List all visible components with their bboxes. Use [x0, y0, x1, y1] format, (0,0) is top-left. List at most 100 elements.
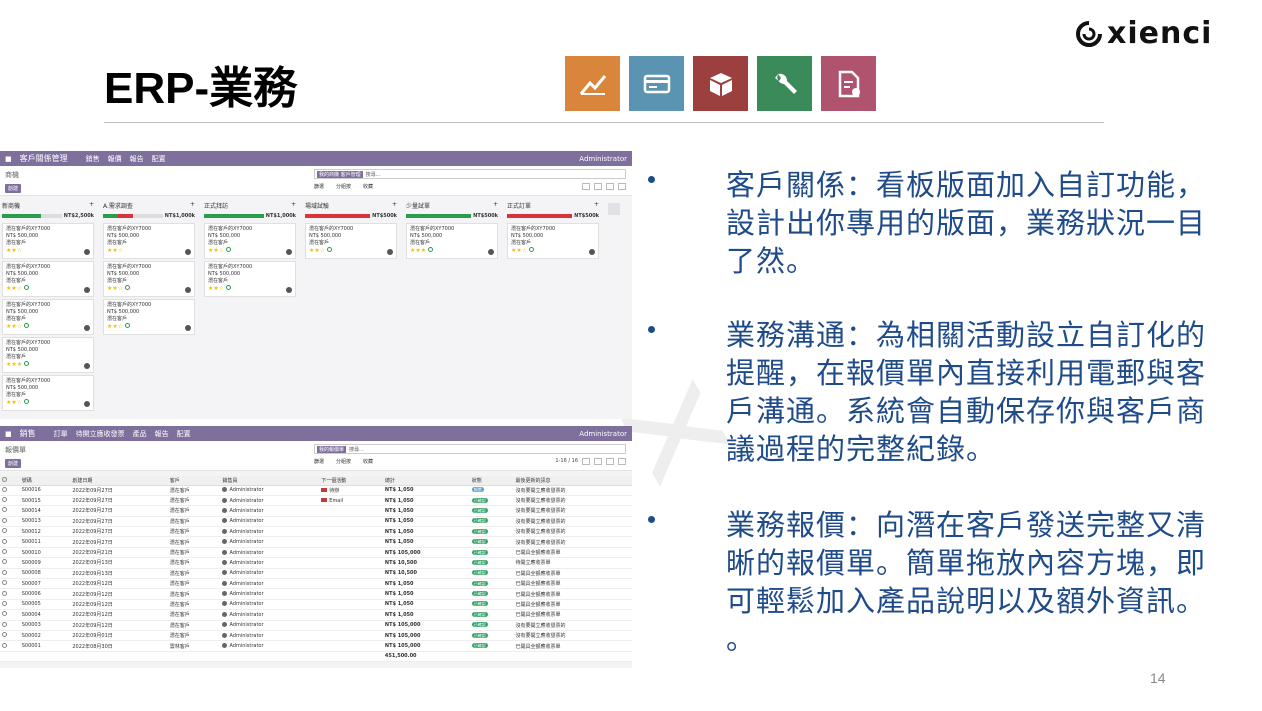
table-row[interactable]: S00007 2022年09月12日 潛在客戶 Administrator NT$ 1,… [0, 578, 632, 590]
activity-icon[interactable] [321, 497, 328, 502]
priority-stars[interactable]: ★★☆ [6, 247, 22, 254]
table-row[interactable]: S00006 2022年09月12日 潛在客戶 Administrator NT$ 1,… [0, 588, 632, 600]
kanban-view-icon[interactable] [582, 183, 590, 190]
wrench-icon[interactable] [757, 56, 812, 111]
activity-icon[interactable] [327, 247, 333, 252]
priority-stars[interactable]: ★★☆ [107, 323, 123, 330]
kanban-card[interactable]: 潛在客戶的XY7000 NT$ 500,000 潛在客戶 ★★☆ [204, 261, 296, 297]
menu-icon[interactable]: ■ [5, 430, 12, 438]
pager[interactable]: 1-16 / 16 [555, 458, 578, 465]
priority-stars[interactable]: ★★☆ [511, 247, 527, 254]
activity-icon[interactable] [125, 323, 131, 328]
create-button[interactable]: 創建 [5, 184, 22, 193]
user-name[interactable]: Administrator [579, 430, 627, 438]
card-icon[interactable] [629, 56, 684, 111]
search-input[interactable]: 我的商機 客戶管理 搜尋... [314, 169, 626, 179]
row-checkbox[interactable] [2, 600, 7, 606]
kanban-card[interactable]: 潛在客戶的XY7000 NT$ 500,000 潛在客戶 ★★☆ [305, 223, 397, 259]
row-checkbox[interactable] [2, 528, 7, 534]
column-header[interactable]: 狀態 [469, 476, 514, 486]
row-checkbox[interactable] [2, 497, 7, 503]
table-row[interactable]: S00004 2022年09月12日 潛在客戶 Administrator NT$ 1,… [0, 609, 632, 621]
add-card-icon[interactable]: + [493, 201, 498, 210]
chart-icon[interactable] [565, 56, 620, 111]
search-facet[interactable]: 我的報價單 [317, 445, 347, 453]
activity-icon[interactable] [226, 247, 232, 252]
priority-stars[interactable]: ★★☆ [6, 323, 22, 330]
crm-app-name[interactable]: 客戶關係管理 [20, 153, 68, 164]
add-column-button[interactable] [608, 203, 620, 215]
search-facet[interactable]: 我的商機 客戶管理 [317, 170, 363, 178]
activity-icon[interactable] [125, 285, 131, 290]
sales-menu-item[interactable]: 報告 [155, 429, 169, 439]
sales-menu-item[interactable]: 訂單 [54, 429, 68, 439]
priority-stars[interactable]: ★★★ [410, 247, 426, 254]
table-row[interactable]: S00012 2022年09月27日 潛在客戶 Administrator NT$ 1,… [0, 526, 632, 538]
table-row[interactable]: S00015 2022年09月27日 潛在客戶 Administrator Email N… [0, 495, 632, 507]
table-row[interactable]: S00013 2022年09月27日 潛在客戶 Administrator NT$ 1,… [0, 516, 632, 528]
kanban-card[interactable]: 潛在客戶的XY7000 NT$ 500,000 潛在客戶 ★★☆ [2, 299, 94, 335]
activity-icon[interactable] [24, 323, 30, 328]
priority-stars[interactable]: ★★☆ [6, 285, 22, 292]
create-button[interactable]: 創建 [5, 459, 22, 468]
priority-stars[interactable]: ★★☆ [107, 247, 123, 254]
doc-gear-icon[interactable] [821, 56, 876, 111]
crm-menu-item[interactable]: 報告 [130, 154, 144, 164]
row-checkbox[interactable] [2, 549, 7, 555]
column-header[interactable]: 下一個活動 [319, 476, 383, 486]
filter-button[interactable]: 篩選 [314, 183, 324, 190]
table-row[interactable]: S00014 2022年09月27日 潛在客戶 Administrator NT$ 1,… [0, 505, 632, 517]
kanban-view-icon[interactable] [594, 458, 602, 465]
add-card-icon[interactable]: + [392, 201, 397, 210]
table-row[interactable]: S00016 2022年09月27日 潛在客戶 Administrator 待辦 NT$ … [0, 485, 632, 496]
row-checkbox[interactable] [2, 559, 7, 565]
kanban-card[interactable]: 潛在客戶的XY7000 NT$ 500,000 潛在客戶 ★★★ [2, 337, 94, 373]
row-checkbox[interactable] [2, 569, 7, 575]
add-card-icon[interactable]: + [190, 201, 195, 210]
row-checkbox[interactable] [2, 632, 7, 638]
activity-icon[interactable] [226, 285, 232, 290]
sales-menu-item[interactable]: 待開立應收發票 [76, 429, 125, 439]
row-checkbox[interactable] [2, 621, 7, 627]
calendar-view-icon[interactable] [606, 183, 614, 190]
add-card-icon[interactable]: + [291, 201, 296, 210]
kanban-card[interactable]: 潛在客戶的XY7000 NT$ 500,000 潛在客戶 ★★☆ [2, 261, 94, 297]
row-checkbox[interactable] [2, 590, 7, 596]
activity-icon[interactable] [529, 247, 535, 252]
kanban-card[interactable]: 潛在客戶的XY7000 NT$ 500,000 潛在客戶 ★★★ [406, 223, 498, 259]
list-view-icon[interactable] [594, 183, 602, 190]
favorites-button[interactable]: 收藏 [363, 183, 373, 190]
select-all-checkbox[interactable] [2, 476, 7, 482]
priority-stars[interactable]: ★★☆ [208, 247, 224, 254]
column-header[interactable]: 客戶 [167, 476, 221, 486]
activity-icon[interactable] [24, 285, 30, 290]
row-checkbox[interactable] [2, 507, 7, 513]
activity-icon[interactable] [428, 247, 434, 252]
group-by-button[interactable]: 分組按 [336, 183, 351, 190]
crm-menu-item[interactable]: 報價 [108, 154, 122, 164]
row-checkbox[interactable] [2, 642, 7, 648]
graph-view-icon[interactable] [618, 183, 626, 190]
column-header[interactable]: 號碼 [19, 476, 71, 486]
kanban-card[interactable]: 潛在客戶的XY7000 NT$ 500,000 潛在客戶 ★★☆ [103, 223, 195, 259]
sales-menu-item[interactable]: 配置 [177, 429, 191, 439]
favorites-button[interactable]: 收藏 [363, 458, 373, 465]
table-row[interactable]: S00001 2022年08月30日 雲林客戶 Administrator NT$ 10… [0, 640, 632, 652]
table-row[interactable]: S00010 2022年09月21日 潛在客戶 Administrator NT$ 10… [0, 547, 632, 559]
search-input[interactable]: 我的報價單 搜尋... [314, 444, 626, 454]
crm-menu-item[interactable]: 銷售 [86, 154, 100, 164]
row-checkbox[interactable] [2, 580, 7, 586]
user-name[interactable]: Administrator [579, 155, 627, 163]
calendar-view-icon[interactable] [606, 458, 614, 465]
row-checkbox[interactable] [2, 611, 7, 617]
row-checkbox[interactable] [2, 486, 7, 492]
column-header[interactable]: 創建日期 [70, 476, 168, 486]
menu-icon[interactable]: ■ [5, 155, 12, 163]
list-view-icon[interactable] [582, 458, 590, 465]
kanban-card[interactable]: 潛在客戶的XY7000 NT$ 500,000 潛在客戶 ★★☆ [507, 223, 599, 259]
table-row[interactable]: S00005 2022年09月12日 潛在客戶 Administrator NT$ 1,… [0, 599, 632, 611]
table-row[interactable]: S00011 2022年09月27日 潛在客戶 Administrator NT$ 1,… [0, 536, 632, 548]
column-header[interactable]: 銷售員 [220, 476, 320, 486]
box-icon[interactable] [693, 56, 748, 111]
group-by-button[interactable]: 分組按 [336, 458, 351, 465]
